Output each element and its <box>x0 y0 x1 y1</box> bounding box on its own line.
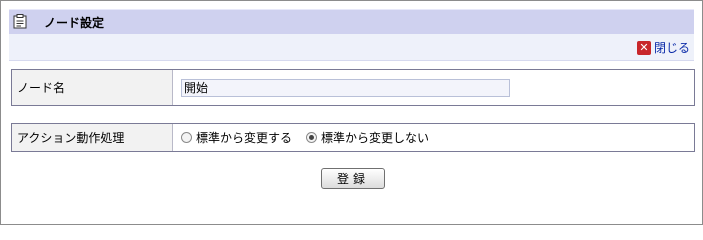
node-settings-window: ノード設定 ✕ 閉じる ノード名 アクション動作処理 標準から変更する 標準から… <box>0 0 703 225</box>
radio-label: 標準から変更しない <box>321 131 430 145</box>
radio-button[interactable] <box>181 132 192 143</box>
panel-toolbar: ✕ 閉じる <box>9 34 694 61</box>
action-label: アクション動作処理 <box>12 124 173 151</box>
radio-button-selected[interactable] <box>306 132 318 143</box>
action-row: アクション動作処理 標準から変更する 標準から変更しない <box>11 123 695 152</box>
register-button[interactable]: 登録 <box>321 168 385 189</box>
action-options: 標準から変更する 標準から変更しない <box>173 124 694 151</box>
radio-keep-standard[interactable]: 標準から変更しない <box>306 129 429 146</box>
page-title: ノード設定 <box>44 16 105 30</box>
panel-header: ノード設定 <box>9 9 694 34</box>
radio-label: 標準から変更する <box>196 131 293 145</box>
close-label[interactable]: 閉じる <box>654 39 690 56</box>
node-name-label: ノード名 <box>12 70 173 105</box>
radio-change-from-standard[interactable]: 標準から変更する <box>181 129 292 146</box>
node-name-cell <box>173 70 694 105</box>
node-name-row: ノード名 <box>11 69 695 106</box>
close-button[interactable]: ✕ 閉じる <box>636 39 690 56</box>
document-icon <box>13 14 27 29</box>
node-name-input[interactable] <box>181 78 510 97</box>
close-icon: ✕ <box>636 40 651 55</box>
